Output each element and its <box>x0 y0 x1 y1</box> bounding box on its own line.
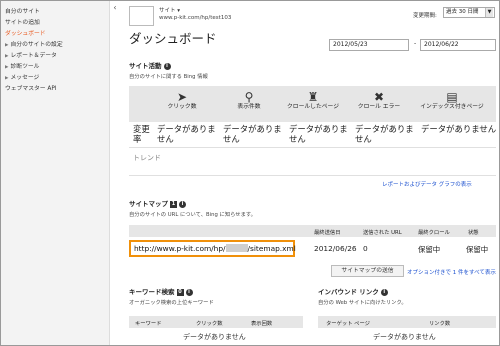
trend-label: トレンド <box>133 154 161 162</box>
column-label: インデックス付きページ <box>420 104 484 110</box>
date-from-input[interactable]: 2012/05/23 <box>329 39 409 51</box>
column-clicks: ➤ クリック数 <box>149 90 215 118</box>
sitemap-title: サイトマップ 1 i <box>129 198 186 208</box>
metric-clicks-value: データがありません <box>157 124 216 144</box>
site-thumbnail <box>129 6 154 26</box>
row-divider <box>129 175 496 176</box>
sitemap-url-link[interactable]: http://www.p-kit.com/hp/ /sitemap.xml <box>129 240 296 257</box>
column-indexed-pages: ▤ インデックス付きページ <box>411 90 493 118</box>
header-status: 状態 <box>468 230 479 236</box>
crawl-error-icon: ✖ <box>373 90 385 104</box>
sidebar-item-site-settings[interactable]: ▶ 自分のサイトの設定 <box>5 39 63 48</box>
expand-arrow-icon: ▶ <box>5 43 9 48</box>
keywords-subtitle: オーガニック検索の上位キーワード <box>129 300 214 306</box>
metric-label-change-rate: 変更率 <box>133 124 150 144</box>
date-to-input[interactable]: 2012/06/22 <box>420 39 496 51</box>
info-icon[interactable]: i <box>163 63 171 70</box>
sitemap-status: 保留中 <box>466 245 489 254</box>
header-clicks: クリック数 <box>196 321 223 327</box>
column-label: 表示件数 <box>237 104 261 110</box>
row-divider <box>129 147 496 148</box>
keywords-title: キーワード検索 0 i <box>129 286 193 296</box>
period-select[interactable]: 過去 30 日間 ▼ <box>443 7 495 18</box>
inbound-links-title: インバウンド リンク i <box>318 286 388 296</box>
site-selector[interactable]: サイト ▾ <box>159 6 180 14</box>
sidebar-item-messages[interactable]: ▶ メッセージ <box>5 72 39 81</box>
expand-arrow-icon: ▶ <box>5 65 9 70</box>
keywords-table-header: キーワード クリック数 表示回数 <box>129 316 303 328</box>
info-icon[interactable]: i <box>185 289 193 296</box>
header-link-count: リンク数 <box>429 321 451 327</box>
info-icon[interactable]: i <box>179 201 186 208</box>
submit-sitemap-button[interactable]: サイトマップの送信 <box>331 265 404 277</box>
info-icon[interactable]: i <box>380 289 388 296</box>
period-value: 過去 30 日間 <box>446 9 479 15</box>
sidebar-item-my-sites[interactable]: 自分のサイト <box>5 6 40 15</box>
sitemap-subtitle: 自分のサイトの URL について、Bing に知らせます。 <box>129 212 256 218</box>
metric-impressions-value: データがありません <box>223 124 282 144</box>
activity-subtitle: 自分のサイトに関する Bing 情報 <box>129 74 208 80</box>
sidebar-item-dashboard[interactable]: ダッシュボード <box>5 28 46 37</box>
expand-arrow-icon: ▶ <box>5 76 9 81</box>
column-impressions: ⚲ 表示件数 <box>215 90 283 118</box>
column-label: クロールしたページ <box>286 104 340 110</box>
column-crawl-errors: ✖ クロール エラー <box>347 90 411 118</box>
collapse-sidebar-icon[interactable]: ‹ <box>111 3 119 13</box>
metric-indexed-value: データがありません <box>421 124 497 134</box>
date-separator: - <box>414 40 417 47</box>
reports-graph-link[interactable]: レポートおよびデータ グラフの表示 <box>382 180 472 188</box>
metric-crawled-value: データがありません <box>289 124 348 144</box>
inbound-empty-message: データがありません <box>373 333 436 341</box>
redacted-segment <box>225 244 248 252</box>
inbound-table-header: ターゲット ページ リンク数 <box>318 316 496 328</box>
activity-header: ➤ クリック数 ⚲ 表示件数 ♜ クロールしたページ ✖ クロール エラー ▤ … <box>129 86 496 122</box>
chevron-down-icon: ▼ <box>485 8 493 17</box>
sidebar-item-add-site[interactable]: サイトの追加 <box>5 17 40 26</box>
sitemap-count-badge: 1 <box>170 201 177 208</box>
header-target-page: ターゲット ページ <box>326 321 370 327</box>
inbound-links-subtitle: 自分の Web サイトに向けたリンク。 <box>318 300 407 306</box>
page-title: ダッシュボード <box>129 31 217 46</box>
index-icon: ▤ <box>446 90 458 104</box>
sidebar-item-webmaster-api[interactable]: ウェブマスター API <box>5 83 57 92</box>
sidebar-item-reports-data[interactable]: ▶ レポート＆データ <box>5 50 57 59</box>
sitemap-last-submitted: 2012/06/26 <box>314 244 357 253</box>
sidebar-item-diagnostic-tools[interactable]: ▶ 診断ツール <box>5 61 39 70</box>
keywords-count-badge: 0 <box>176 289 184 296</box>
search-icon: ⚲ <box>244 90 254 104</box>
expand-arrow-icon: ▶ <box>5 54 9 59</box>
sitemap-table-header: 最終送信日 送信された URL 最終クロール 状態 <box>129 225 496 237</box>
robot-icon: ♜ <box>307 90 319 104</box>
header-urls-submitted: 送信された URL <box>363 230 402 236</box>
period-label: 変更期間: <box>413 13 437 19</box>
sitemap-urls-submitted: 0 <box>363 244 368 253</box>
activity-title: サイト活動 i <box>129 60 171 70</box>
metric-crawl-errors-value: データがありません <box>355 124 414 144</box>
keywords-empty-message: データがありません <box>183 333 246 341</box>
column-label: クリック数 <box>167 104 197 110</box>
sitemap-url-prefix: http://www.p-kit.com/hp/ <box>134 244 226 253</box>
column-label: クロール エラー <box>357 104 401 110</box>
sitemap-last-crawl: 保留中 <box>418 245 441 254</box>
header-last-submitted: 最終送信日 <box>314 230 341 236</box>
sidebar: 自分のサイト サイトの追加 ダッシュボード ▶ 自分のサイトの設定 ▶ レポート＆デ… <box>1 1 110 345</box>
column-crawled-pages: ♜ クロールしたページ <box>281 90 345 118</box>
header-keyword: キーワード <box>135 321 162 327</box>
sitemap-url-suffix: /sitemap.xml <box>247 244 296 253</box>
cursor-icon: ➤ <box>176 90 188 104</box>
header-impressions: 表示回数 <box>251 321 273 327</box>
see-all-sitemaps-link[interactable]: オプション付きで 1 件をすべて表示 <box>407 268 496 276</box>
site-url: www.p-kit.com/hp/test103 <box>159 15 232 21</box>
header-last-crawl: 最終クロール <box>418 230 450 236</box>
